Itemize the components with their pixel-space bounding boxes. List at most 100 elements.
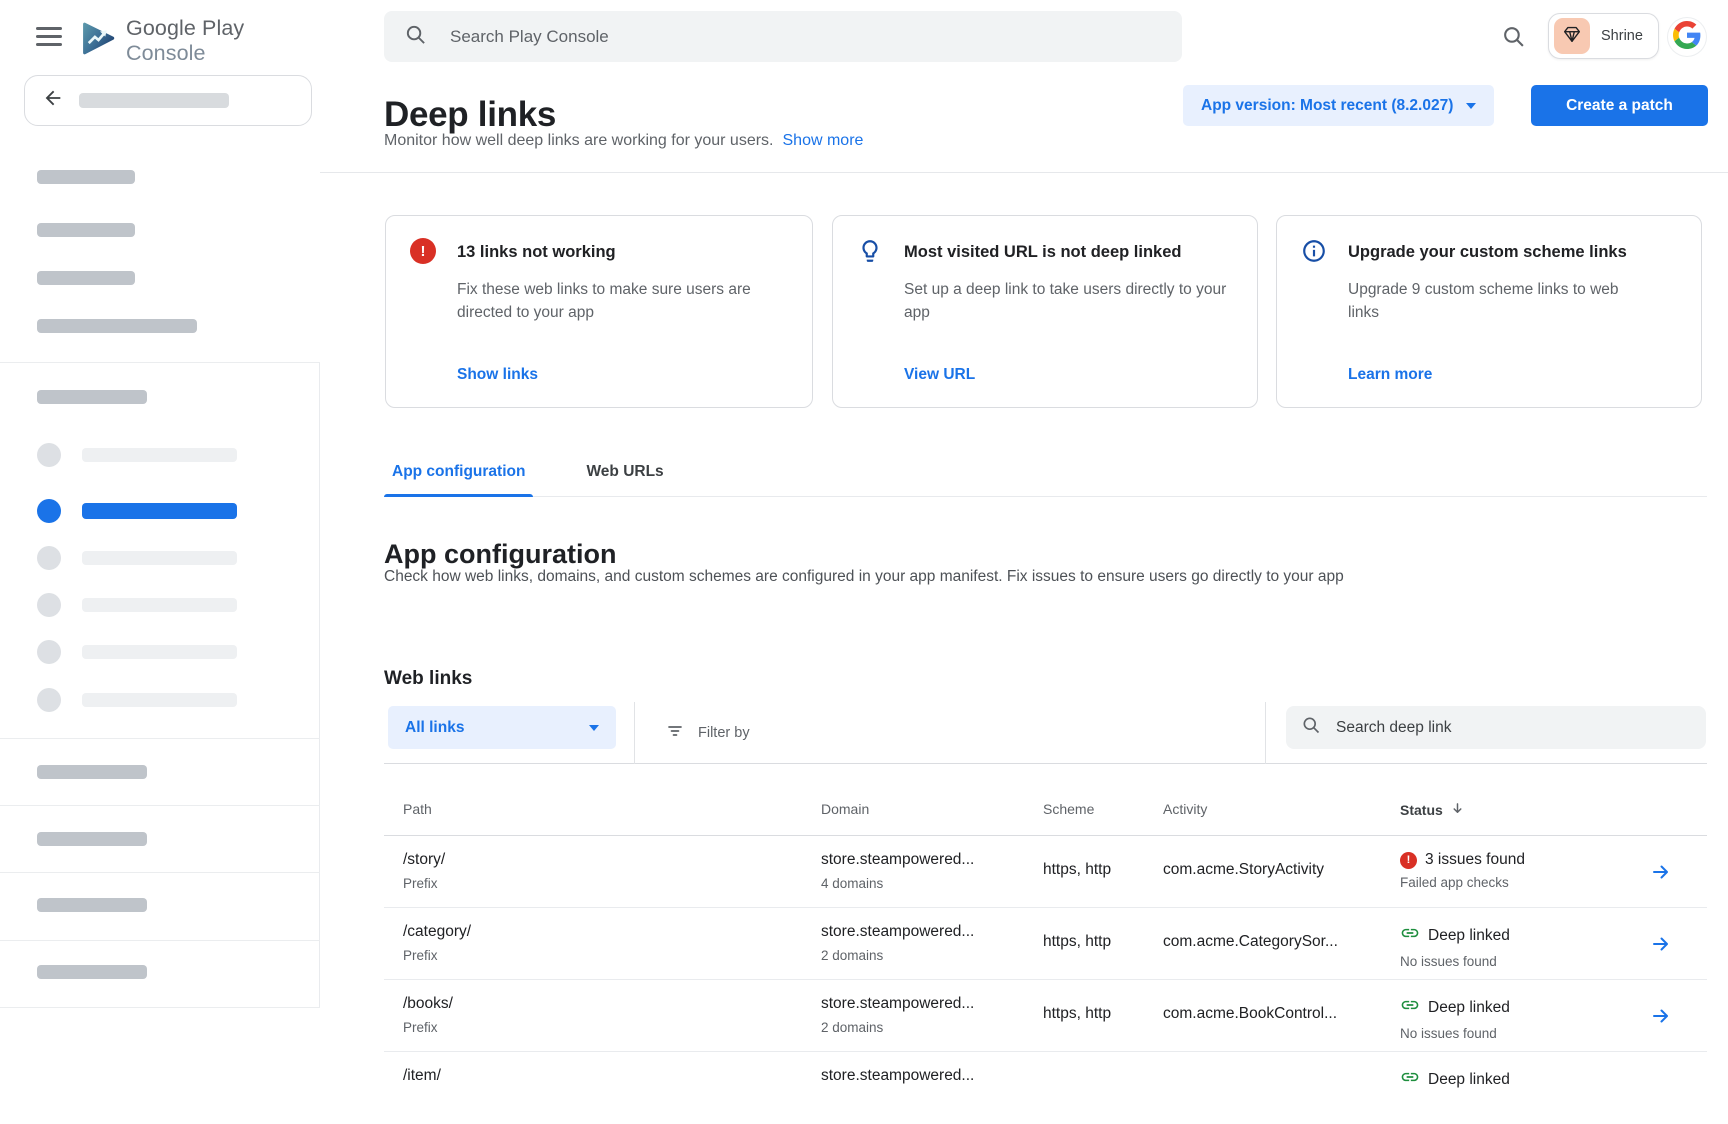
- app-version-dropdown[interactable]: App version: Most recent (8.2.027): [1183, 85, 1494, 126]
- google-logo-icon: [1673, 21, 1701, 54]
- skeleton-bar: [82, 551, 237, 565]
- back-button[interactable]: [24, 75, 312, 126]
- scheme-value: https, http: [1043, 1005, 1111, 1023]
- skeleton-bar: [37, 223, 135, 237]
- app-version-label: App version: Most recent (8.2.027): [1201, 97, 1453, 115]
- path-value: /books/: [403, 995, 453, 1013]
- global-search: [384, 11, 1182, 62]
- links-filter-dropdown[interactable]: All links: [388, 706, 616, 749]
- error-icon: !: [410, 238, 436, 264]
- domain-value: store.steampowered...: [821, 995, 974, 1013]
- status-detail: No issues found: [1400, 1026, 1510, 1041]
- learn-more-link[interactable]: Learn more: [1348, 366, 1432, 384]
- table-row[interactable]: /item/ store.steampowered... Deep linked: [384, 1052, 1707, 1124]
- tab-app-configuration[interactable]: App configuration: [384, 453, 533, 496]
- divider: [0, 362, 320, 363]
- section-heading: App configuration: [384, 539, 616, 570]
- column-header-activity: Activity: [1163, 801, 1207, 817]
- activity-value: com.acme.StoryActivity: [1163, 861, 1324, 879]
- card-upgrade-custom-schemes: Upgrade your custom scheme links Upgrade…: [1276, 215, 1702, 408]
- skeleton-bar: [37, 898, 147, 912]
- nav-item-icon: [37, 640, 61, 664]
- skeleton-bar: [37, 965, 147, 979]
- divider: [0, 940, 320, 941]
- sidebar-nav-item[interactable]: [37, 688, 237, 712]
- divider: [0, 805, 320, 806]
- divider: [1265, 702, 1266, 764]
- table-row[interactable]: /story/Prefix store.steampowered...4 dom…: [384, 836, 1707, 908]
- row-detail-arrow-button[interactable]: [1650, 933, 1672, 958]
- app-name: Shrine: [1601, 28, 1643, 44]
- path-value: /story/: [403, 851, 445, 869]
- filter-by-control[interactable]: Filter by: [656, 702, 760, 764]
- gem-icon: [1561, 23, 1583, 50]
- link-icon: [1400, 923, 1420, 948]
- scheme-value: https, http: [1043, 861, 1111, 879]
- path-type: Prefix: [403, 948, 471, 963]
- row-detail-arrow-button[interactable]: [1650, 861, 1672, 886]
- nav-item-icon: [37, 443, 61, 467]
- column-header-status[interactable]: Status: [1400, 801, 1465, 819]
- divider: [0, 1007, 320, 1008]
- sidebar: Google Play Console: [0, 0, 320, 1080]
- skeleton-section-title: [37, 390, 147, 404]
- table-row[interactable]: /category/Prefix store.steampowered...2 …: [384, 908, 1707, 980]
- hamburger-menu-button[interactable]: [36, 27, 62, 46]
- column-header-scheme: Scheme: [1043, 801, 1094, 817]
- page-title: Deep links: [384, 95, 556, 135]
- web-links-table: Path Domain Scheme Activity Status /stor…: [384, 784, 1707, 1124]
- sidebar-nav-item[interactable]: [37, 443, 237, 467]
- show-links-link[interactable]: Show links: [457, 366, 538, 384]
- tab-bar: App configuration Web URLs: [384, 453, 1707, 497]
- status-value: Deep linked: [1428, 927, 1510, 945]
- play-console-logo[interactable]: Google Play Console: [80, 16, 320, 66]
- card-body: Fix these web links to make sure users a…: [457, 278, 787, 324]
- divider: [0, 872, 320, 873]
- nav-item-icon: [37, 593, 61, 617]
- row-detail-arrow-button[interactable]: [1650, 1005, 1672, 1030]
- domain-value: store.steampowered...: [821, 1067, 974, 1085]
- info-icon: [1301, 238, 1327, 269]
- skeleton-bar: [79, 93, 229, 108]
- subtitle-text: Monitor how well deep links are working …: [384, 132, 774, 149]
- table-row[interactable]: /books/Prefix store.steampowered...2 dom…: [384, 980, 1707, 1052]
- sidebar-nav-item[interactable]: [37, 546, 237, 570]
- divider: [634, 702, 635, 764]
- domain-count: 2 domains: [821, 948, 974, 963]
- deep-link-search-input[interactable]: [1334, 718, 1674, 738]
- lightbulb-icon: [857, 238, 883, 269]
- divider: [0, 738, 320, 739]
- activity-value: com.acme.BookControl...: [1163, 1005, 1337, 1023]
- domain-count: 4 domains: [821, 876, 974, 891]
- status-cell: Deep linked No issues found: [1400, 923, 1510, 969]
- sidebar-nav-item[interactable]: [37, 640, 237, 664]
- status-value: Deep linked: [1428, 999, 1510, 1017]
- play-console-logo-icon: [80, 22, 117, 60]
- back-arrow-icon: [42, 87, 64, 114]
- show-more-link[interactable]: Show more: [783, 132, 864, 149]
- skeleton-bar: [37, 832, 147, 846]
- skeleton-bar: [37, 765, 147, 779]
- card-body: Upgrade 9 custom scheme links to web lin…: [1348, 278, 1622, 324]
- create-patch-button[interactable]: Create a patch: [1531, 85, 1708, 126]
- app-selector-chip[interactable]: Shrine: [1548, 13, 1659, 59]
- card-title: Most visited URL is not deep linked: [904, 243, 1182, 262]
- tab-web-urls[interactable]: Web URLs: [578, 453, 671, 496]
- logo-text: Google Play Console: [126, 16, 320, 66]
- card-body: Set up a deep link to take users directl…: [904, 278, 1230, 324]
- app-thumbnail: [1554, 18, 1590, 54]
- sidebar-nav-item-active[interactable]: [37, 499, 237, 523]
- view-url-link[interactable]: View URL: [904, 366, 975, 384]
- google-account-avatar[interactable]: [1668, 18, 1706, 56]
- sidebar-nav-item[interactable]: [37, 593, 237, 617]
- chevron-down-icon: [1466, 103, 1476, 109]
- status-cell: !3 issues found Failed app checks: [1400, 851, 1525, 890]
- status-header-label: Status: [1400, 802, 1443, 818]
- search-icon: [404, 23, 427, 51]
- filter-icon: [666, 722, 684, 744]
- header-search-button[interactable]: [1501, 24, 1526, 54]
- column-header-domain: Domain: [821, 801, 869, 817]
- global-search-input[interactable]: [448, 26, 1088, 48]
- error-icon: !: [1400, 852, 1417, 869]
- path-type: Prefix: [403, 876, 445, 891]
